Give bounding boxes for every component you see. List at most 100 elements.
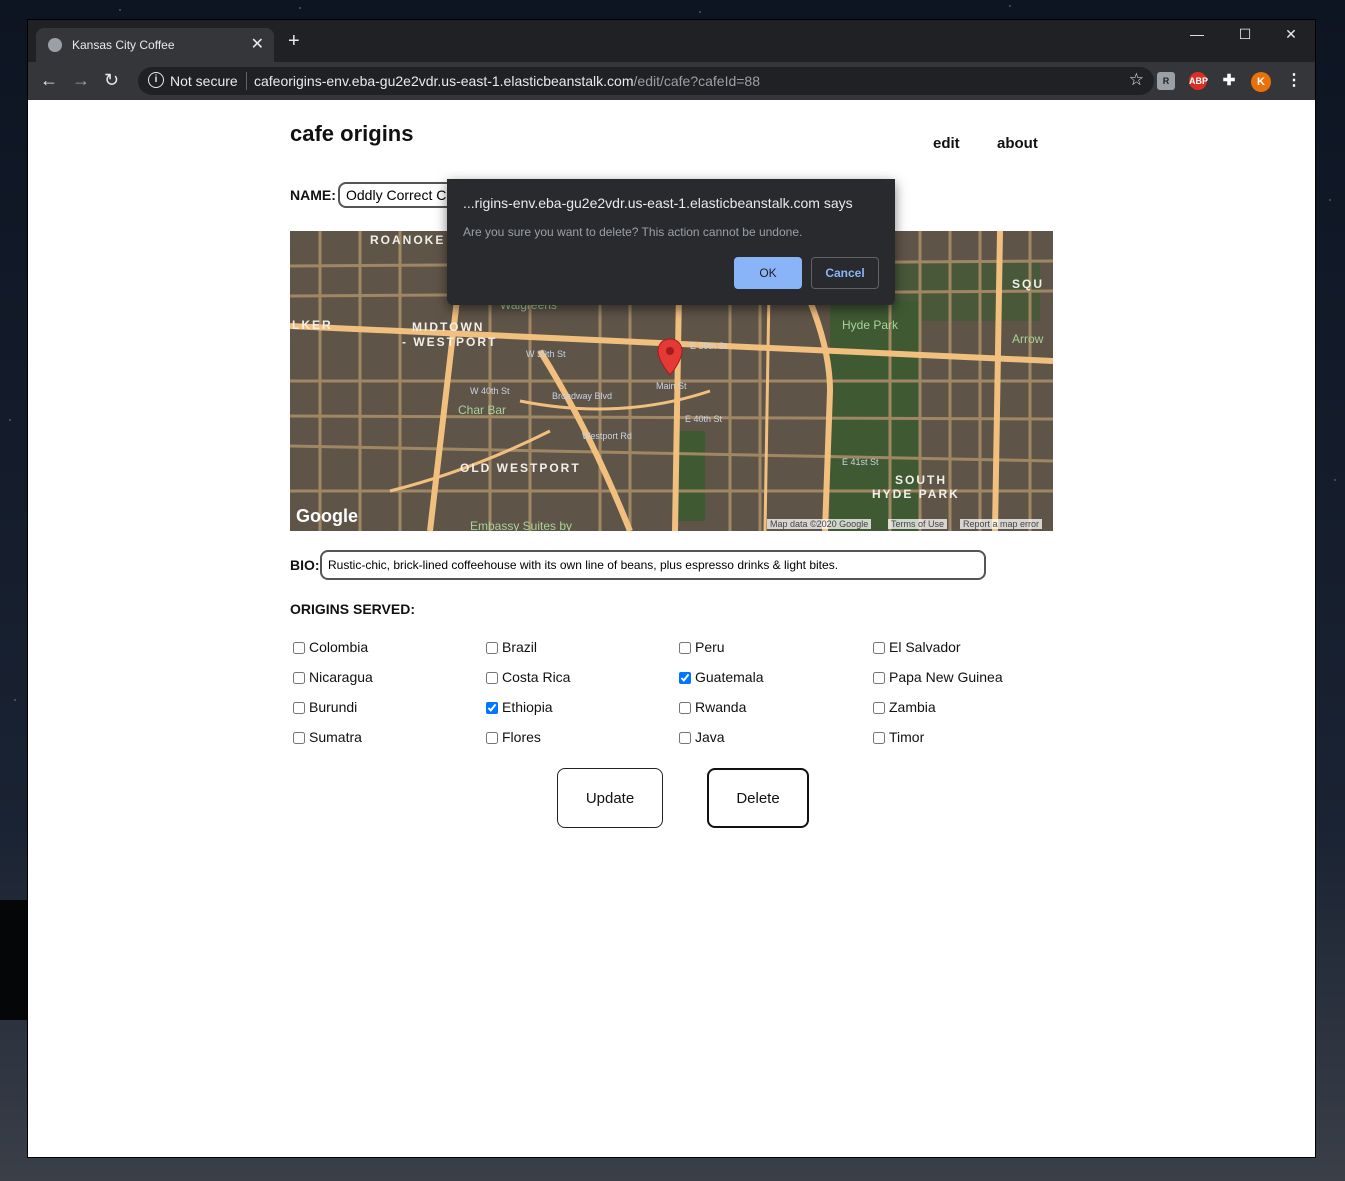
map-poi-label: Embassy Suites by	[470, 519, 573, 531]
origin-label: Flores	[502, 729, 541, 745]
url-path: /edit/cafe?cafeId=88	[633, 73, 761, 89]
origin-checkbox[interactable]	[486, 642, 498, 654]
origin-label: Java	[695, 729, 725, 745]
browser-tab[interactable]: Kansas City Coffee ✕	[36, 28, 274, 62]
origin-label: Burundi	[309, 699, 358, 715]
url-host: cafeorigins-env.eba-gu2e2vdr.us-east-1.e…	[254, 73, 634, 89]
bookmark-star-icon[interactable]: ☆	[1129, 70, 1144, 90]
origin-checkbox[interactable]	[679, 702, 691, 714]
origin-checkbox[interactable]	[293, 702, 305, 714]
bio-label: BIO:	[290, 557, 320, 573]
extension-r-icon[interactable]: R	[1157, 72, 1175, 90]
origin-label: Papa New Guinea	[889, 669, 1003, 685]
terms-of-use-link[interactable]: Terms of Use	[888, 519, 948, 529]
origin-option[interactable]: Colombia	[293, 638, 368, 656]
site-brand[interactable]: cafe origins	[290, 121, 413, 147]
map-area-label: LKER	[292, 318, 333, 332]
browser-window: Kansas City Coffee ✕ + — ☐ ✕ ← → ↻ i Not…	[28, 20, 1315, 1157]
report-map-error-link[interactable]: Report a map error	[960, 519, 1043, 529]
map-street-label: E 41st St	[842, 457, 879, 467]
map-poi-label: Hyde Park	[842, 318, 899, 332]
map-area-label: - WESTPORT	[402, 335, 498, 349]
origin-option[interactable]: Burundi	[293, 698, 357, 716]
map-poi-label: Char Bar	[458, 403, 507, 417]
maximize-icon[interactable]: ☐	[1222, 26, 1268, 43]
origin-option[interactable]: Rwanda	[679, 698, 746, 716]
origin-checkbox[interactable]	[486, 672, 498, 684]
map-street-label: Westport Rd	[582, 431, 632, 441]
origin-option[interactable]: Timor	[873, 728, 924, 746]
origin-checkbox[interactable]	[679, 732, 691, 744]
origin-label: Ethiopia	[502, 699, 553, 715]
origin-label: El Salvador	[889, 639, 961, 655]
delete-button[interactable]: Delete	[707, 768, 809, 828]
origin-checkbox[interactable]	[293, 642, 305, 654]
origin-label: Rwanda	[695, 699, 747, 715]
minimize-icon[interactable]: —	[1174, 26, 1220, 42]
origin-checkbox[interactable]	[873, 732, 885, 744]
google-logo: Google	[296, 506, 358, 526]
origin-option[interactable]: Sumatra	[293, 728, 362, 746]
not-secure-label: Not secure	[170, 73, 238, 89]
origin-label: Colombia	[309, 639, 369, 655]
nav-edit-link[interactable]: edit	[933, 135, 960, 152]
origin-option[interactable]: Java	[679, 728, 725, 746]
origin-option[interactable]: Zambia	[873, 698, 936, 716]
origins-label: ORIGINS SERVED:	[290, 601, 415, 617]
new-tab-button[interactable]: +	[288, 30, 300, 53]
origin-checkbox[interactable]	[293, 672, 305, 684]
origin-option[interactable]: Brazil	[486, 638, 537, 656]
dialog-cancel-button[interactable]: Cancel	[811, 257, 879, 289]
map-poi-label: Arrow	[1012, 332, 1044, 346]
map-area-label: MIDTOWN	[412, 320, 485, 334]
map-street-label: Broadway Blvd	[552, 391, 613, 401]
map-data-credit: Map data ©2020 Google	[767, 519, 872, 529]
forward-arrow-icon[interactable]: →	[72, 70, 90, 91]
tab-close-icon[interactable]: ✕	[251, 34, 264, 54]
origin-checkbox[interactable]	[293, 732, 305, 744]
profile-avatar[interactable]: K	[1251, 72, 1271, 92]
origin-checkbox[interactable]	[873, 642, 885, 654]
origin-label: Guatemala	[695, 669, 764, 685]
origin-option[interactable]: Peru	[679, 638, 725, 656]
map-street-label: E 40th St	[685, 414, 723, 424]
origin-label: Sumatra	[309, 729, 362, 745]
origin-checkbox[interactable]	[679, 672, 691, 684]
desktop-silhouette	[0, 900, 28, 1020]
origin-option[interactable]: Flores	[486, 728, 541, 746]
window-close-icon[interactable]: ✕	[1268, 26, 1314, 43]
reload-icon[interactable]: ↻	[104, 70, 119, 91]
origin-option[interactable]: Nicaragua	[293, 668, 373, 686]
adblock-icon[interactable]: ABP	[1189, 72, 1208, 90]
origin-checkbox[interactable]	[873, 672, 885, 684]
dialog-ok-button[interactable]: OK	[734, 257, 802, 289]
origin-option[interactable]: Ethiopia	[486, 698, 553, 716]
origin-option[interactable]: Papa New Guinea	[873, 668, 1003, 686]
origin-checkbox[interactable]	[486, 732, 498, 744]
back-arrow-icon[interactable]: ←	[40, 70, 58, 91]
origin-option[interactable]: Costa Rica	[486, 668, 570, 686]
address-bar[interactable]: i Not secure cafeorigins-env.eba-gu2e2vd…	[138, 67, 1154, 95]
dialog-title: ...rigins-env.eba-gu2e2vdr.us-east-1.ela…	[463, 195, 853, 211]
map-area-label: SOUTH	[895, 473, 947, 487]
map-area-label: ROANOKE	[370, 233, 446, 247]
bio-input[interactable]	[320, 550, 986, 580]
extensions-puzzle-icon[interactable]: ✚	[1220, 72, 1238, 90]
origin-checkbox[interactable]	[679, 642, 691, 654]
map-area-label: OLD WESTPORT	[460, 461, 581, 475]
tab-title: Kansas City Coffee	[72, 38, 175, 52]
info-icon[interactable]: i	[148, 72, 164, 88]
more-menu-icon[interactable]: ⋮	[1285, 72, 1303, 90]
map-street-label: Main St	[656, 381, 687, 391]
origin-label: Timor	[889, 729, 925, 745]
origin-label: Nicaragua	[309, 669, 373, 685]
nav-about-link[interactable]: about	[997, 135, 1038, 152]
origin-option[interactable]: El Salvador	[873, 638, 961, 656]
origin-checkbox[interactable]	[486, 702, 498, 714]
update-button[interactable]: Update	[557, 768, 663, 828]
origin-option[interactable]: Guatemala	[679, 668, 763, 686]
map-pin-icon[interactable]	[656, 337, 684, 377]
origin-label: Zambia	[889, 699, 936, 715]
origin-checkbox[interactable]	[873, 702, 885, 714]
origin-label: Costa Rica	[502, 669, 571, 685]
